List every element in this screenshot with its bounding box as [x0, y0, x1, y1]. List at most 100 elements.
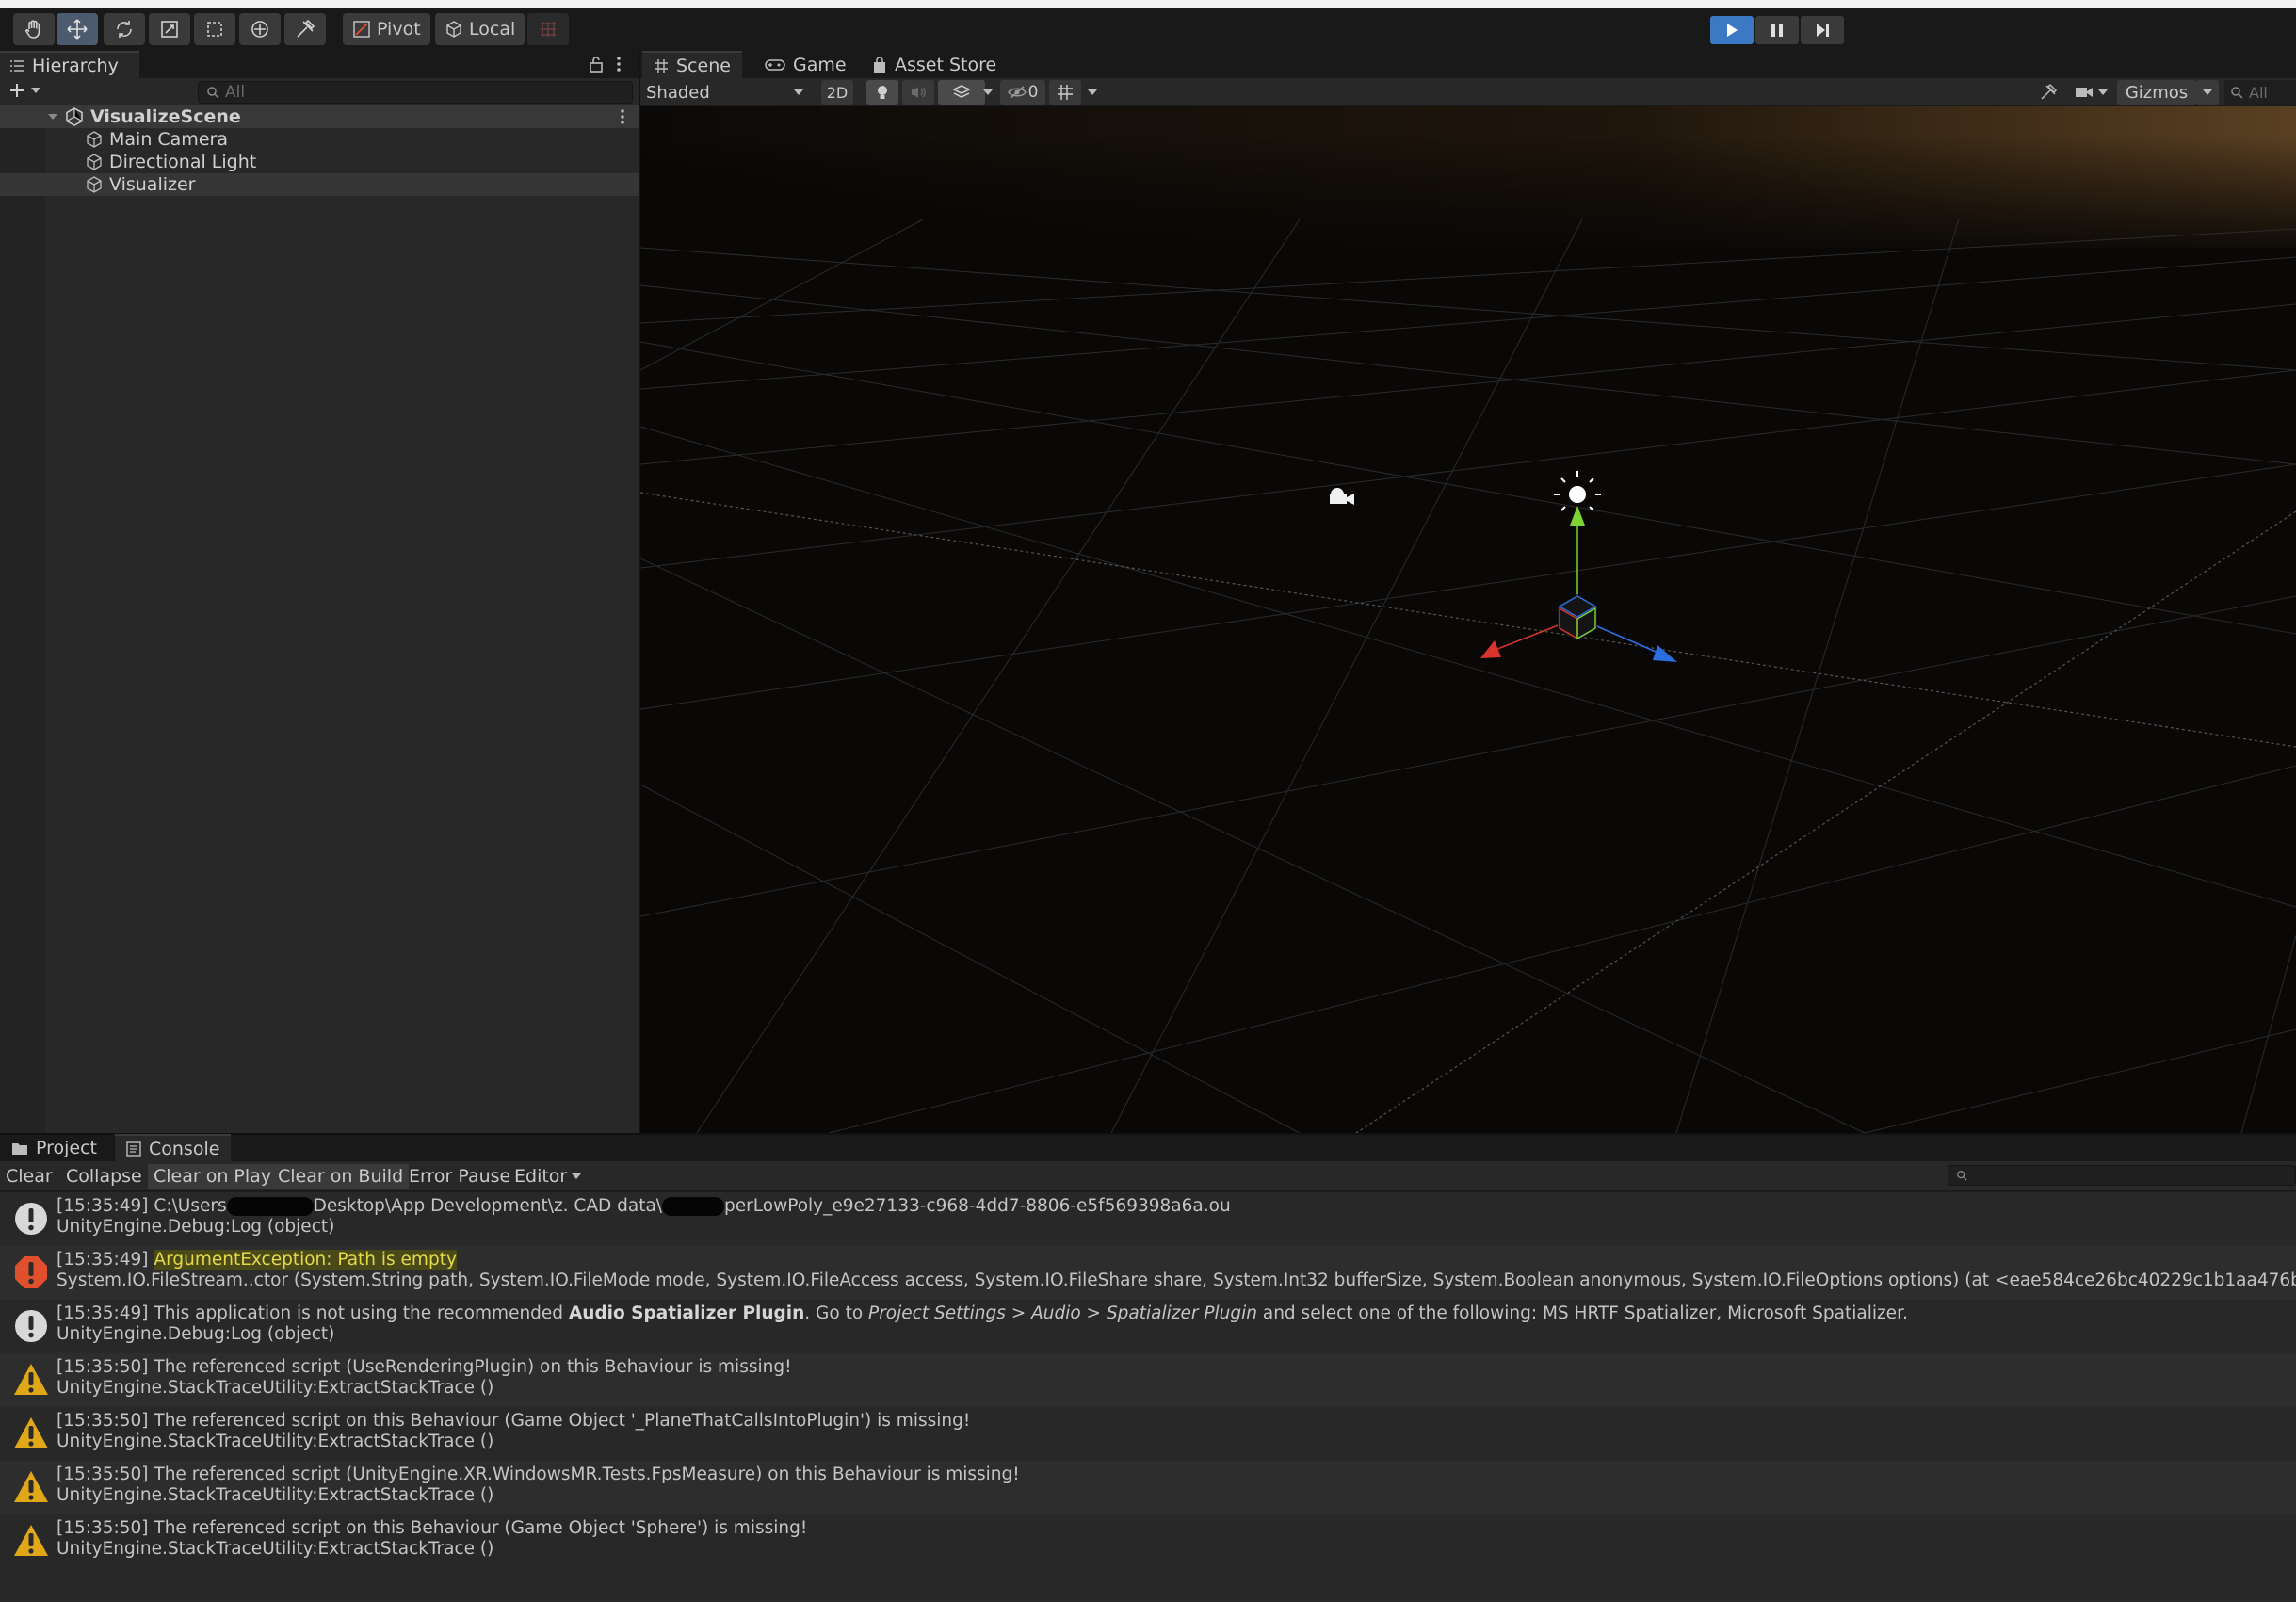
rotate-tool-button[interactable]: [104, 13, 145, 45]
tab-scene[interactable]: Scene: [642, 51, 742, 78]
console-entry-error[interactable]: [15:35:49] ArgumentException: Path is em…: [0, 1246, 2296, 1300]
list-icon: [10, 59, 24, 72]
entry-stacktrace: UnityEngine.StackTraceUtility:ExtractSta…: [57, 1378, 494, 1398]
toggle-2d-button[interactable]: 2D: [821, 80, 853, 105]
collapse-toggle[interactable]: Collapse: [60, 1164, 148, 1189]
plus-icon: [10, 84, 24, 97]
entry-stacktrace: System.IO.FileStream..ctor (System.Strin…: [57, 1270, 2296, 1290]
tab-game[interactable]: Game: [753, 51, 858, 78]
entry-stacktrace: UnityEngine.Debug:Log (object): [57, 1217, 335, 1237]
kebab-menu-icon[interactable]: [614, 55, 623, 78]
move-tool-button[interactable]: [57, 13, 98, 45]
scale-icon: [161, 21, 178, 38]
clear-button[interactable]: Clear: [0, 1164, 58, 1189]
grid-toggle[interactable]: [1049, 80, 1081, 105]
console-entry[interactable]: [15:35:49] This application is not using…: [0, 1300, 2296, 1353]
folder-icon: [12, 1142, 27, 1155]
create-dropdown-button[interactable]: [8, 81, 41, 100]
eye-hidden-icon: [1007, 86, 1027, 99]
gameobject-cube-icon: [87, 176, 102, 193]
scene-search-input[interactable]: All: [2224, 80, 2296, 105]
hierarchy-item-visualizer[interactable]: Visualizer: [0, 173, 639, 196]
step-button[interactable]: [1801, 16, 1844, 44]
console-entry-warning[interactable]: [15:35:50] The referenced script on this…: [0, 1514, 2296, 1568]
collapse-label: Collapse: [66, 1166, 142, 1187]
gameobject-cube-icon: [87, 131, 102, 148]
snap-grid-button[interactable]: [527, 13, 569, 45]
rect-tool-button[interactable]: [194, 13, 235, 45]
layers-icon: [953, 85, 970, 98]
entry-message: [15:35:49] This application is not using…: [57, 1303, 1908, 1323]
entry-message: [15:35:50] The referenced script on this…: [57, 1518, 808, 1538]
entry-path-c: perLowPoly_e9e27133-c968-4dd7-8806-e5f56…: [724, 1196, 1231, 1216]
camera-settings-dropdown[interactable]: [2070, 80, 2113, 105]
main-toolbar: Pivot Local: [0, 8, 2296, 51]
tab-console[interactable]: Console: [115, 1134, 232, 1161]
scale-tool-button[interactable]: [149, 13, 190, 45]
clear-on-play-toggle[interactable]: Clear on Play: [148, 1164, 278, 1189]
grid-icon: [1058, 85, 1073, 100]
gizmos-toggle[interactable]: Gizmos: [2117, 80, 2196, 105]
tools-icon: [297, 19, 315, 38]
hierarchy-item-directional-light[interactable]: Directional Light: [0, 151, 639, 173]
hidden-objects-toggle[interactable]: 0: [1000, 80, 1045, 105]
lock-icon[interactable]: [588, 55, 605, 78]
scene-search-placeholder: All: [2249, 83, 2268, 102]
scene-grid: [640, 218, 2296, 1133]
scene-menu-icon[interactable]: [618, 107, 627, 126]
pivot-toggle[interactable]: Pivot: [343, 13, 430, 45]
warning-icon: [14, 1525, 48, 1556]
tab-project[interactable]: Project: [0, 1134, 108, 1161]
hierarchy-search-input[interactable]: All: [198, 81, 633, 104]
effects-chevron[interactable]: [979, 80, 996, 105]
hierarchy-item-label: Main Camera: [109, 129, 228, 150]
local-toggle[interactable]: Local: [435, 13, 525, 45]
play-button[interactable]: [1710, 16, 1754, 44]
editor-dropdown[interactable]: Editor: [509, 1164, 588, 1189]
entry-message: [15:35:50] The referenced script (UnityE…: [57, 1464, 1020, 1484]
mode-2d-label: 2D: [826, 83, 849, 102]
hierarchy-tab-label: Hierarchy: [32, 55, 119, 76]
custom-tool-button[interactable]: [284, 13, 326, 45]
console-entry[interactable]: [15:35:49] C:\Users Desktop\App Developme…: [0, 1192, 2296, 1246]
hierarchy-scene-row[interactable]: VisualizeScene: [0, 105, 639, 128]
hand-icon: [25, 20, 40, 39]
triangle-down-icon: [48, 114, 57, 120]
warning-icon: [14, 1417, 48, 1448]
console-entry-warning[interactable]: [15:35:50] The referenced script (UnityE…: [0, 1461, 2296, 1514]
info-icon: [15, 1203, 47, 1235]
move-icon: [67, 19, 88, 40]
hierarchy-item-main-camera[interactable]: Main Camera: [0, 128, 639, 151]
grid-chevron[interactable]: [1083, 80, 1102, 105]
hand-tool-button[interactable]: [13, 13, 55, 45]
console-entry-warning[interactable]: [15:35:50] The referenced script on this…: [0, 1407, 2296, 1461]
rect-transform-icon: [207, 22, 222, 37]
error-icon: [15, 1256, 47, 1288]
tab-label: Project: [36, 1137, 98, 1158]
clear-on-build-toggle[interactable]: Clear on Build: [272, 1164, 410, 1189]
entry-text-italic: Project Settings > Audio > Spatializer P…: [868, 1303, 1257, 1323]
entry-text-bold: Audio Spatializer Plugin: [568, 1303, 805, 1323]
shading-mode-dropdown[interactable]: Shaded: [642, 80, 810, 105]
tab-asset-store[interactable]: Asset Store: [861, 51, 1008, 78]
pivot-label: Pivot: [377, 19, 421, 40]
scene-viewport[interactable]: [640, 106, 2296, 1133]
editor-label: Editor: [514, 1166, 568, 1187]
shopping-bag-icon: [874, 56, 885, 73]
chevron-down-icon: [794, 89, 803, 95]
tab-hierarchy[interactable]: Hierarchy: [0, 51, 139, 78]
camera-gizmo: [1330, 488, 1354, 505]
effects-dropdown[interactable]: [938, 80, 985, 105]
lighting-toggle[interactable]: [866, 80, 898, 105]
gizmos-dropdown[interactable]: [2196, 80, 2219, 105]
pause-button[interactable]: [1755, 16, 1799, 44]
scene-tools-button[interactable]: [2034, 80, 2062, 105]
console-entry-warning[interactable]: [15:35:50] The referenced script (UseRen…: [0, 1353, 2296, 1407]
entry-message: [15:35:49] ArgumentException: Path is em…: [57, 1250, 457, 1270]
bottom-tabbar: [0, 1133, 2296, 1161]
error-pause-toggle[interactable]: Error Pause: [403, 1164, 516, 1189]
audio-toggle[interactable]: [902, 80, 934, 105]
transform-tool-button[interactable]: [239, 13, 281, 45]
console-search-input[interactable]: [1948, 1165, 2296, 1186]
console-icon: [126, 1141, 141, 1157]
